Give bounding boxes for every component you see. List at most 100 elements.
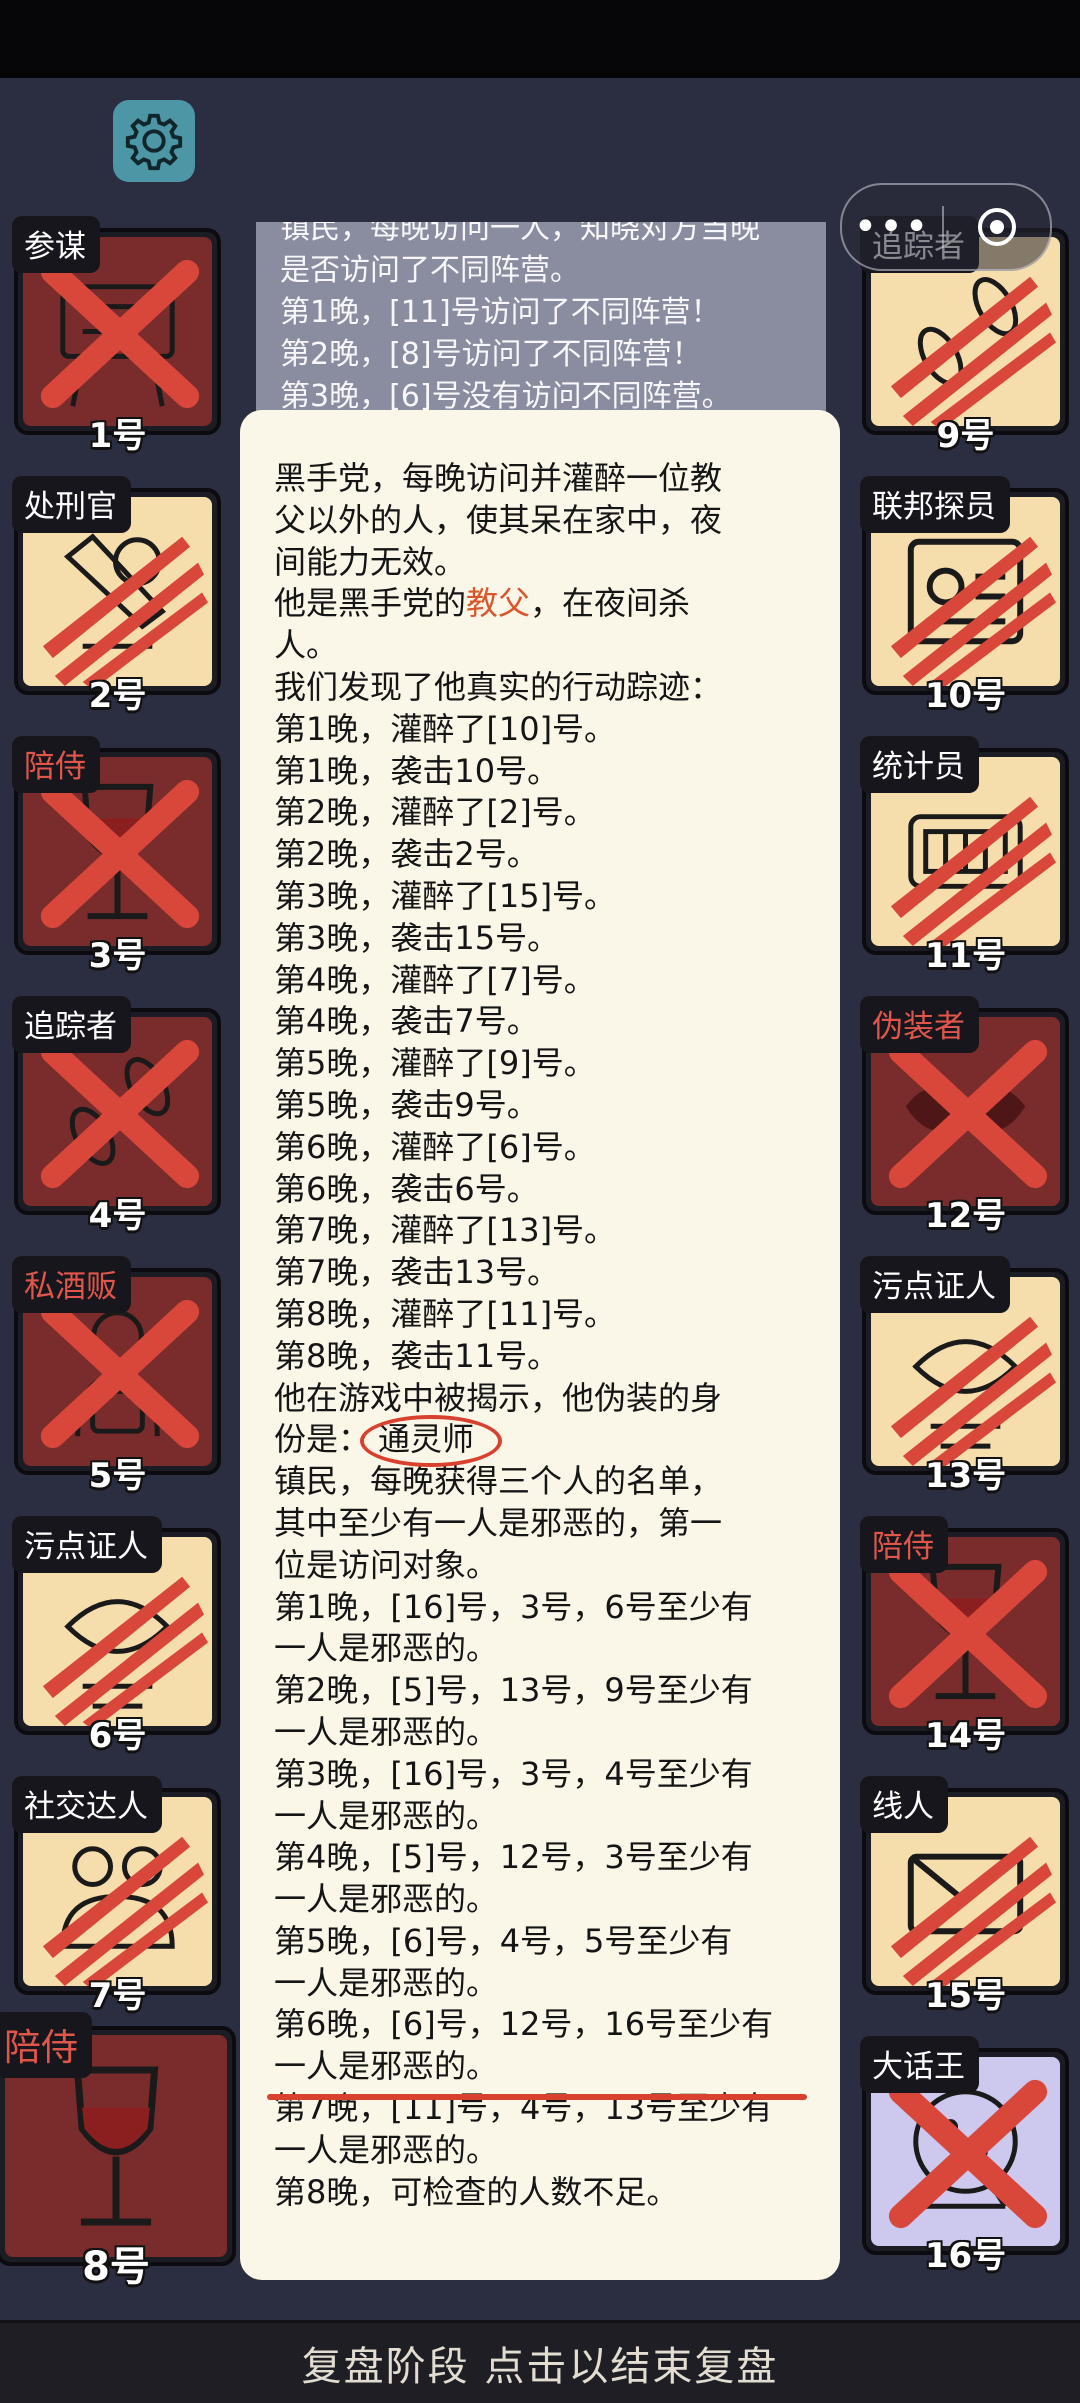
- log-line: 第4晚，灌醉了[7]号。: [274, 960, 596, 999]
- record-icon: [978, 208, 1016, 246]
- log-line: 一人是邪恶的。: [274, 2047, 499, 2086]
- godfather-role-name: 教父: [466, 584, 531, 623]
- role-name-tag: 统计员: [860, 736, 979, 793]
- player-card-13[interactable]: 污点证人 13号: [860, 1256, 1069, 1496]
- status-bar: [0, 0, 1080, 78]
- log-line: 第6晚，[6]号，12号，16号至少有: [274, 2005, 774, 2044]
- end-review-label: 复盘阶段 点击以结束复盘: [301, 2344, 779, 2390]
- player-card-7[interactable]: 社交达人 7号: [12, 1776, 221, 2016]
- log-line: 第5晚，灌醉了[9]号。: [274, 1044, 596, 1083]
- end-review-bar[interactable]: 复盘阶段 点击以结束复盘: [0, 2320, 1080, 2403]
- prior-info-log[interactable]: 镇民，每晚访问一人，知晓对方当晚 是否访问了不同阵营。 第1晚，[11]号访问了不同…: [256, 222, 826, 422]
- role-name-tag: 伪装者: [860, 996, 979, 1053]
- gear-icon: [125, 113, 183, 171]
- log-line: 第6晚，袭击6号。: [274, 1169, 539, 1208]
- player-number: 2号: [88, 676, 147, 716]
- player-number: 14号: [924, 1716, 1007, 1756]
- log-line: 一人是邪恶的。: [274, 2130, 499, 2169]
- player-number: 1号: [88, 416, 147, 456]
- log-line: 间能力无效。: [274, 542, 467, 581]
- log-line: 一人是邪恶的。: [274, 1796, 499, 1835]
- log-line: 第2晚，袭击2号。: [274, 835, 539, 874]
- player-number: 10号: [924, 676, 1007, 716]
- log-line: 第2晚，[5]号，13号，9号至少有: [274, 1671, 753, 1710]
- player-card-16[interactable]: 大话王 16号: [860, 2036, 1069, 2276]
- player-number: 8号: [82, 2244, 150, 2290]
- highlight-underline: [267, 2094, 807, 2100]
- role-name-tag: 联邦探员: [860, 476, 1010, 533]
- role-name-tag: 大话王: [860, 2036, 979, 2093]
- log-line: 第4晚，袭击7号。: [274, 1002, 539, 1041]
- player-card-12[interactable]: 伪装者 12号: [860, 996, 1069, 1236]
- log-line: 一人是邪恶的。: [274, 1629, 499, 1668]
- review-detail-panel[interactable]: 黑手党，每晚访问并灌醉一位教 父以外的人，使其呆在家中，夜 间能力无效。 他是黑手党…: [240, 410, 840, 2280]
- player-number: 16号: [924, 2236, 1007, 2276]
- player-number: 5号: [88, 1456, 147, 1496]
- disguise-role-name: 通灵师: [360, 1415, 503, 1467]
- role-name-tag: 参谋: [12, 216, 100, 273]
- log-line: 父以外的人，使其呆在家中，夜: [274, 500, 723, 539]
- log-line: 他在游戏中被揭示，他伪装的身: [274, 1378, 723, 1417]
- role-name-tag: 污点证人: [860, 1256, 1010, 1313]
- log-line: 第8晚，可检查的人数不足。: [274, 2172, 679, 2211]
- player-card-5[interactable]: 私酒贩 5号: [12, 1256, 221, 1496]
- log-line: 第5晚，[6]号，4号，5号至少有: [274, 1921, 733, 1960]
- log-line: 一人是邪恶的。: [274, 1712, 499, 1751]
- player-card-8[interactable]: 陪侍 8号: [0, 2012, 236, 2290]
- log-line: 第3晚，袭击15号。: [274, 918, 560, 957]
- player-card-2[interactable]: 处刑官 2号: [12, 476, 221, 716]
- log-line: 第1晚，灌醉了[10]号。: [274, 709, 617, 748]
- log-line: 第6晚，灌醉了[6]号。: [274, 1127, 596, 1166]
- player-card-6[interactable]: 污点证人 6号: [12, 1516, 221, 1756]
- player-number: 6号: [88, 1716, 147, 1756]
- panel-line: 人。: [274, 626, 339, 665]
- player-number: 4号: [88, 1196, 147, 1236]
- player-number: 15号: [924, 1976, 1007, 2016]
- player-card-11[interactable]: 统计员 11号: [860, 736, 1069, 976]
- log-line: 第4晚，[5]号，12号，3号至少有: [274, 1838, 753, 1877]
- role-name-tag: 线人: [860, 1776, 948, 1833]
- log-line: 第8晚，灌醉了[11]号。: [274, 1294, 617, 1333]
- role-name-tag: 污点证人: [12, 1516, 162, 1573]
- role-name-tag: 陪侍: [12, 736, 100, 793]
- player-number: 11号: [924, 936, 1007, 976]
- player-card-14[interactable]: 陪侍 14号: [860, 1516, 1069, 1756]
- log-line: 位是访问对象。: [274, 1545, 499, 1584]
- disguise-line: 份是： 通灵师: [274, 1415, 810, 1467]
- player-card-3[interactable]: 陪侍 3号: [12, 736, 221, 976]
- log-line: 一人是邪恶的。: [274, 1880, 499, 1919]
- log-line: 镇民，每晚获得三个人的名单，: [274, 1462, 723, 1501]
- log-line: 是否访问了不同阵营。: [280, 253, 580, 288]
- player-card-10[interactable]: 联邦探员 10号: [860, 476, 1069, 716]
- log-line: 黑手党，每晚访问并灌醉一位教: [274, 459, 723, 497]
- role-name-tag: 私酒贩: [12, 1256, 131, 1313]
- log-line: 其中至少有一人是邪恶的，第一: [274, 1503, 723, 1542]
- more-options-icon[interactable]: •••: [842, 207, 942, 247]
- log-line: 第2晚，[8]号访问了不同阵营！: [280, 337, 702, 372]
- log-line: 第3晚，灌醉了[15]号。: [274, 876, 617, 915]
- player-number: 12号: [924, 1196, 1007, 1236]
- player-number: 9号: [936, 416, 995, 456]
- log-line: 第5晚，袭击9号。: [274, 1085, 539, 1124]
- role-name-tag: 处刑官: [12, 476, 131, 533]
- role-name-tag: 追踪者: [12, 996, 131, 1053]
- player-number: 13号: [924, 1456, 1007, 1496]
- log-line: 第2晚，灌醉了[2]号。: [274, 793, 596, 832]
- role-name-tag: 社交达人: [12, 1776, 162, 1833]
- log-line: 第8晚，袭击11号。: [274, 1336, 560, 1375]
- mini-program-capsule: •••: [840, 183, 1052, 271]
- godfather-line: 他是黑手党的教父，在夜间杀: [274, 584, 691, 623]
- log-line: 第1晚，[16]号，3号，6号至少有: [274, 1587, 753, 1626]
- player-number: 7号: [88, 1976, 147, 2016]
- player-card-15[interactable]: 线人 15号: [860, 1776, 1069, 2016]
- player-number: 3号: [88, 936, 147, 976]
- settings-button[interactable]: [113, 100, 195, 182]
- close-program-button[interactable]: [944, 204, 1050, 250]
- player-card-4[interactable]: 追踪者 4号: [12, 996, 221, 1236]
- log-line: 我们发现了他真实的行动踪迹：: [274, 667, 723, 706]
- log-line: 第3晚，[16]号，3号，4号至少有: [274, 1754, 753, 1793]
- player-card-1[interactable]: 参谋 1号: [12, 216, 221, 456]
- role-name-tag: 陪侍: [860, 1516, 948, 1573]
- log-line: 镇民，每晚访问一人，知晓对方当晚: [280, 222, 760, 246]
- log-line: 一人是邪恶的。: [274, 1963, 499, 2002]
